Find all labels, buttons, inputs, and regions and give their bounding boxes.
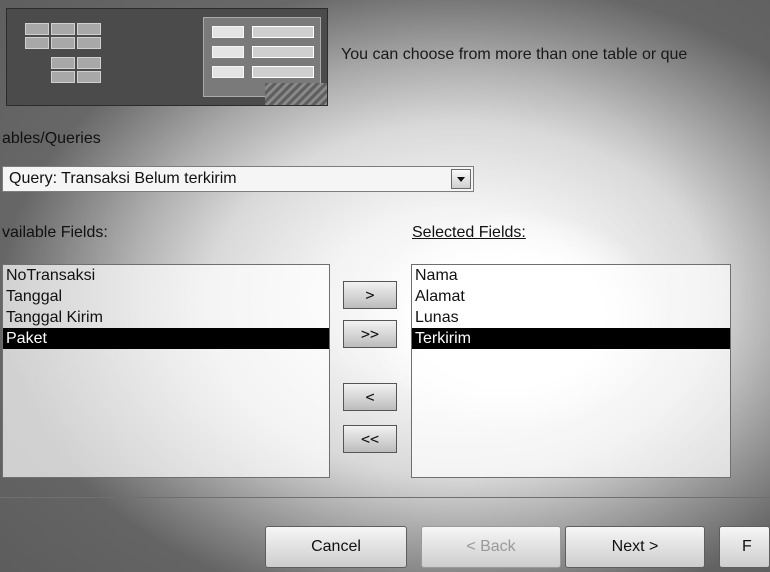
footer-divider xyxy=(0,497,770,498)
stripe-graphic xyxy=(265,83,327,105)
wizard-illustration xyxy=(6,8,328,106)
cancel-button[interactable]: Cancel xyxy=(265,526,407,568)
available-field-item-selected[interactable]: Paket xyxy=(3,328,329,349)
selected-field-item[interactable]: Alamat xyxy=(412,286,730,307)
available-field-item[interactable]: Tanggal xyxy=(3,286,329,307)
next-button[interactable]: Next > xyxy=(565,526,705,568)
remove-field-button[interactable]: < xyxy=(343,383,397,411)
finish-button[interactable]: F xyxy=(719,526,770,568)
selected-fields-list[interactable]: Nama Alamat Lunas Terkirim xyxy=(411,264,731,478)
selected-field-item-selected[interactable]: Terkirim xyxy=(412,328,730,349)
add-all-fields-button[interactable]: >> xyxy=(343,320,397,348)
add-field-button[interactable]: > xyxy=(343,281,397,309)
available-fields-label: vailable Fields: xyxy=(2,224,108,241)
table-grid-graphic xyxy=(25,23,145,93)
selected-fields-label-text: Selected Fields: xyxy=(412,224,526,241)
selected-field-item[interactable]: Nama xyxy=(412,265,730,286)
chevron-down-icon xyxy=(457,177,465,182)
remove-all-fields-button[interactable]: << xyxy=(343,425,397,453)
selected-fields-label: Selected Fields: xyxy=(412,224,526,242)
dropdown-button[interactable] xyxy=(451,169,471,189)
tables-queries-label: ables/Queries xyxy=(2,130,101,147)
available-field-item[interactable]: Tanggal Kirim xyxy=(3,307,329,328)
tables-queries-value: Query: Transaksi Belum terkirim xyxy=(9,170,237,187)
intro-text: You can choose from more than one table … xyxy=(341,46,688,63)
back-button[interactable]: < Back xyxy=(421,526,561,568)
selected-field-item[interactable]: Lunas xyxy=(412,307,730,328)
available-fields-list[interactable]: NoTransaksi Tanggal Tanggal Kirim Paket xyxy=(2,264,330,478)
available-field-item[interactable]: NoTransaksi xyxy=(3,265,329,286)
tables-queries-combobox[interactable]: Query: Transaksi Belum terkirim xyxy=(2,166,474,192)
